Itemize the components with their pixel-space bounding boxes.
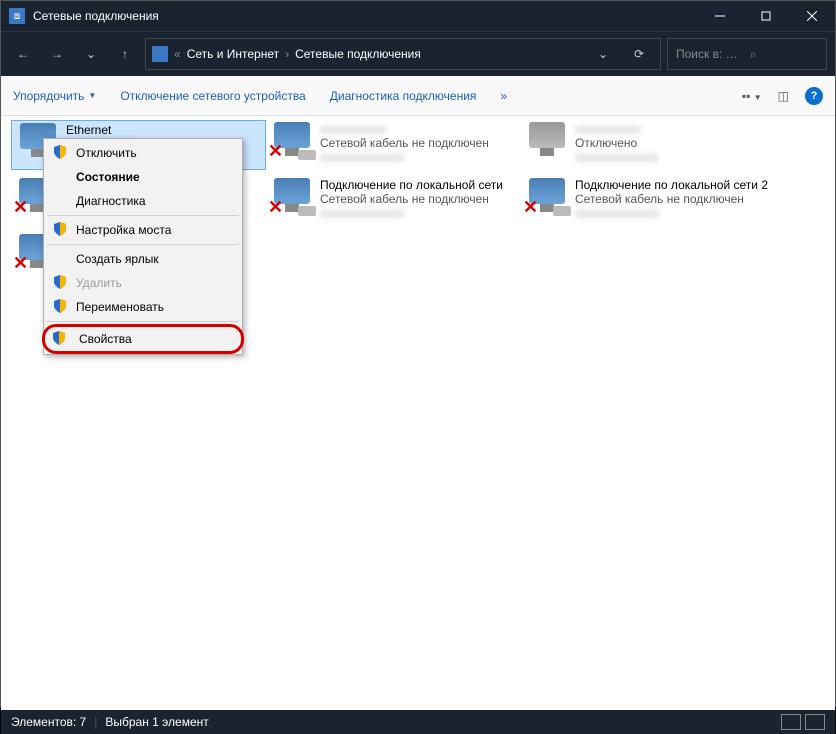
connection-adapter: xxxxxxxxxxxxxx <box>575 206 768 220</box>
refresh-button[interactable]: ⟳ <box>624 47 654 61</box>
item-count: Элементов: 7 <box>11 715 86 729</box>
history-dropdown[interactable]: ⌄ <box>588 47 618 61</box>
organize-button[interactable]: Упорядочить▼ <box>13 89 96 103</box>
address-bar[interactable]: « Сеть и Интернет › Сетевые подключения … <box>145 38 661 70</box>
connection-item[interactable]: ✕ Подключение по локальной сетиСетевой ка… <box>266 176 521 226</box>
location-icon <box>152 46 168 62</box>
statusbar: Элементов: 7 | Выбран 1 элемент <box>1 710 835 734</box>
help-button[interactable]: ? <box>805 87 823 105</box>
connection-name: Подключение по локальной сети <box>320 178 503 192</box>
menu-disable[interactable]: Отключить <box>46 141 240 165</box>
x-icon: ✕ <box>268 141 283 162</box>
back-button[interactable]: ← <box>9 40 37 68</box>
connection-status: Сетевой кабель не подключен <box>320 192 503 206</box>
connection-status: Сетевой кабель не подключен <box>575 192 768 206</box>
forward-button[interactable]: → <box>43 40 71 68</box>
menu-separator <box>47 215 239 216</box>
search-placeholder: Поиск в: Сетевые по... <box>676 47 744 61</box>
search-input[interactable]: Поиск в: Сетевые по... ⌕ <box>667 38 827 70</box>
shield-icon <box>53 222 67 236</box>
connection-adapter: xxxxxxxxxxxxxx <box>320 150 489 164</box>
toolbar: Упорядочить▼ Отключение сетевого устройс… <box>1 76 835 116</box>
breadcrumb[interactable]: Сетевые подключения <box>295 47 421 61</box>
network-icon: ✕ <box>268 178 316 218</box>
connection-adapter: xxxxxxxxxxxxxx <box>575 150 659 164</box>
connection-item[interactable]: ✕ xxxxxxxxxxxСетевой кабель не подключенx… <box>266 120 521 170</box>
connection-adapter: xxxxxxxxxxxxxx <box>320 206 503 220</box>
context-menu: Отключить Состояние Диагностика Настройк… <box>43 138 243 355</box>
selection-count: Выбран 1 элемент <box>105 715 208 729</box>
connection-status: Сетевой кабель не подключен <box>320 136 489 150</box>
connection-status: Отключено <box>575 136 659 150</box>
menu-diag[interactable]: Диагностика <box>46 189 240 213</box>
window-title: Сетевые подключения <box>33 9 697 23</box>
connection-name: Ethernet <box>66 123 150 137</box>
app-icon: ⧈ <box>9 8 25 24</box>
x-icon: ✕ <box>268 197 283 218</box>
search-icon: ⌕ <box>750 47 818 62</box>
network-icon: ✕ <box>523 178 571 218</box>
minimize-button[interactable] <box>697 1 743 31</box>
preview-pane-button[interactable]: ◫ <box>778 89 789 103</box>
network-icon <box>523 122 571 162</box>
titlebar: ⧈ Сетевые подключения <box>1 1 835 31</box>
x-icon: ✕ <box>13 197 28 218</box>
chevron-right-icon: › <box>285 47 289 61</box>
up-button[interactable]: ↑ <box>111 40 139 68</box>
content-area[interactable]: Ethernetxxxxxxxxxxxxxxxxxxxxxxxxx✕xxxxxx… <box>1 116 835 710</box>
menu-delete: Удалить <box>46 271 240 295</box>
menu-rename[interactable]: Переименовать <box>46 295 240 319</box>
connection-item[interactable]: ✕ Подключение по локальной сети 2Сетевой … <box>521 176 776 226</box>
shield-icon <box>52 331 66 345</box>
breadcrumb[interactable]: Сеть и Интернет <box>187 47 279 61</box>
tiles-view-button[interactable] <box>805 714 825 730</box>
shield-icon <box>53 299 67 313</box>
details-view-button[interactable] <box>781 714 801 730</box>
menu-shortcut[interactable]: Создать ярлык <box>46 247 240 271</box>
maximize-button[interactable] <box>743 1 789 31</box>
shield-icon <box>53 275 67 289</box>
x-icon: ✕ <box>523 197 538 218</box>
diag-button[interactable]: Диагностика подключения <box>330 89 477 103</box>
navbar: ← → ⌄ ↑ « Сеть и Интернет › Сетевые подк… <box>1 31 835 76</box>
connection-name: Подключение по локальной сети 2 <box>575 178 768 192</box>
menu-separator <box>47 244 239 245</box>
menu-bridge[interactable]: Настройка моста <box>46 218 240 242</box>
network-icon: ✕ <box>268 122 316 162</box>
x-icon: ✕ <box>13 253 28 274</box>
connection-name: xxxxxxxxxxx <box>575 122 659 136</box>
recent-button[interactable]: ⌄ <box>77 40 105 68</box>
more-button[interactable]: » <box>500 89 507 103</box>
shield-icon <box>53 145 67 159</box>
menu-separator <box>47 321 239 322</box>
menu-properties[interactable]: Свойства <box>42 324 244 354</box>
chevron-icon: « <box>174 47 181 61</box>
menu-status[interactable]: Состояние <box>46 165 240 189</box>
close-button[interactable] <box>789 1 835 31</box>
view-options-button[interactable]: ▪▪ ▼ <box>742 89 762 103</box>
connection-item[interactable]: xxxxxxxxxxxОтключеноxxxxxxxxxxxxxx <box>521 120 776 170</box>
disable-device-button[interactable]: Отключение сетевого устройства <box>120 89 305 103</box>
connection-name: xxxxxxxxxxx <box>320 122 489 136</box>
